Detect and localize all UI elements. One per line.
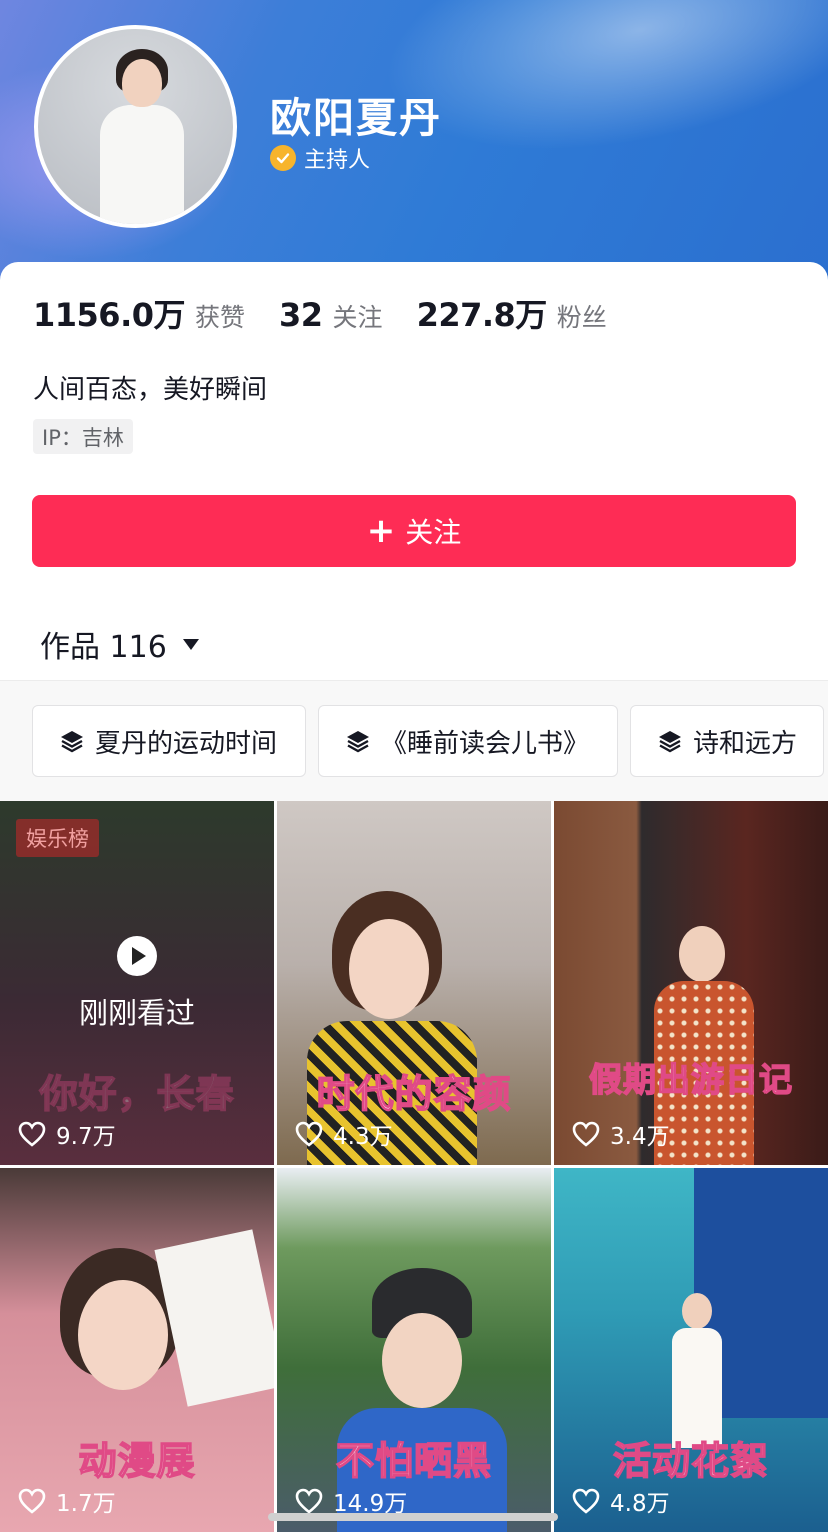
stat-value: 227.8万 bbox=[416, 296, 548, 334]
collection-chip[interactable]: 夏丹的运动时间 bbox=[32, 705, 306, 777]
collection-label: 夏丹的运动时间 bbox=[95, 728, 278, 759]
like-count: 4.8万 bbox=[572, 1484, 670, 1518]
video-tile[interactable]: 假期出游日记 3.4万 bbox=[554, 801, 828, 1165]
heart-icon bbox=[18, 1121, 46, 1147]
stack-icon bbox=[659, 731, 681, 753]
video-title: 动漫展 bbox=[78, 1438, 196, 1484]
stat-label: 粉丝 bbox=[556, 303, 607, 332]
recently-watched-label: 刚刚看过 bbox=[78, 996, 195, 1030]
profile-card: 1156.0万 获赞 32 关注 227.8万 粉丝 人间百态，美好瞬间 IP：… bbox=[0, 262, 828, 1539]
like-count-text: 4.8万 bbox=[610, 1491, 670, 1517]
video-tile[interactable]: 娱乐榜 刚刚看过 你好，长春 9.7万 bbox=[0, 801, 274, 1165]
collections-strip: 夏丹的运动时间 《睡前读会儿书》 诗和远方 bbox=[0, 681, 828, 801]
stat-followers[interactable]: 227.8万 粉丝 bbox=[417, 290, 607, 336]
like-count: 1.7万 bbox=[18, 1484, 116, 1518]
like-count-text: 1.7万 bbox=[56, 1491, 116, 1517]
caret-down-icon bbox=[182, 638, 199, 650]
collection-chip[interactable]: 诗和远方 bbox=[630, 705, 824, 777]
stats-row: 1156.0万 获赞 32 关注 227.8万 粉丝 bbox=[33, 290, 641, 336]
follow-button[interactable]: + 关注 bbox=[32, 495, 796, 567]
collection-label: 诗和远方 bbox=[693, 728, 798, 759]
works-label: 作品 116 bbox=[40, 630, 167, 665]
video-tile[interactable]: 活动花絮 4.8万 bbox=[554, 1168, 828, 1532]
stat-following[interactable]: 32 关注 bbox=[279, 296, 383, 334]
video-tile[interactable]: 动漫展 1.7万 bbox=[0, 1168, 274, 1532]
collection-label: 《睡前读会儿书》 bbox=[381, 728, 590, 759]
heart-icon bbox=[572, 1488, 600, 1514]
stack-icon bbox=[347, 731, 369, 753]
plus-icon: + bbox=[366, 511, 396, 551]
home-indicator bbox=[268, 1513, 558, 1521]
follow-button-label: 关注 bbox=[405, 516, 462, 549]
avatar[interactable] bbox=[34, 25, 237, 228]
video-title: 活动花絮 bbox=[612, 1438, 769, 1484]
role-badge: 主持人 bbox=[270, 142, 370, 174]
heart-icon bbox=[295, 1121, 323, 1147]
profile-name: 欧阳夏丹 bbox=[270, 94, 442, 142]
heart-icon bbox=[572, 1121, 600, 1147]
ranking-badge: 娱乐榜 bbox=[16, 819, 99, 857]
like-count-text: 4.3万 bbox=[333, 1124, 393, 1150]
video-title: 不怕晒黑 bbox=[335, 1438, 492, 1484]
collection-chip[interactable]: 《睡前读会儿书》 bbox=[318, 705, 618, 777]
like-count-text: 9.7万 bbox=[56, 1124, 116, 1150]
stack-icon bbox=[61, 731, 83, 753]
heart-icon bbox=[18, 1488, 46, 1514]
stat-likes[interactable]: 1156.0万 获赞 bbox=[33, 290, 245, 336]
stat-value: 32 bbox=[279, 296, 323, 334]
like-count: 4.3万 bbox=[295, 1117, 393, 1151]
like-count: 3.4万 bbox=[572, 1117, 670, 1151]
bio-text: 人间百态，美好瞬间 bbox=[33, 375, 268, 405]
video-tile[interactable]: 不怕晒黑 14.9万 bbox=[277, 1168, 551, 1532]
like-count-text: 3.4万 bbox=[610, 1124, 670, 1150]
video-tile[interactable]: 时代的容颜 4.3万 bbox=[277, 801, 551, 1165]
role-label: 主持人 bbox=[304, 148, 371, 173]
video-title: 假期出游日记 bbox=[588, 1059, 793, 1100]
verified-icon bbox=[270, 145, 296, 171]
stat-label: 关注 bbox=[332, 303, 383, 332]
stat-label: 获赞 bbox=[195, 303, 246, 332]
play-icon bbox=[117, 936, 157, 976]
video-title: 你好，长春 bbox=[39, 1071, 235, 1117]
recently-watched-overlay: 刚刚看过 bbox=[0, 936, 274, 1032]
video-title: 时代的容颜 bbox=[316, 1071, 512, 1117]
stat-value: 1156.0万 bbox=[33, 296, 186, 334]
ip-location-tag: IP：吉林 bbox=[33, 419, 133, 454]
like-count: 9.7万 bbox=[18, 1117, 116, 1151]
heart-icon bbox=[295, 1488, 323, 1514]
works-tab[interactable]: 作品 116 bbox=[40, 622, 199, 666]
